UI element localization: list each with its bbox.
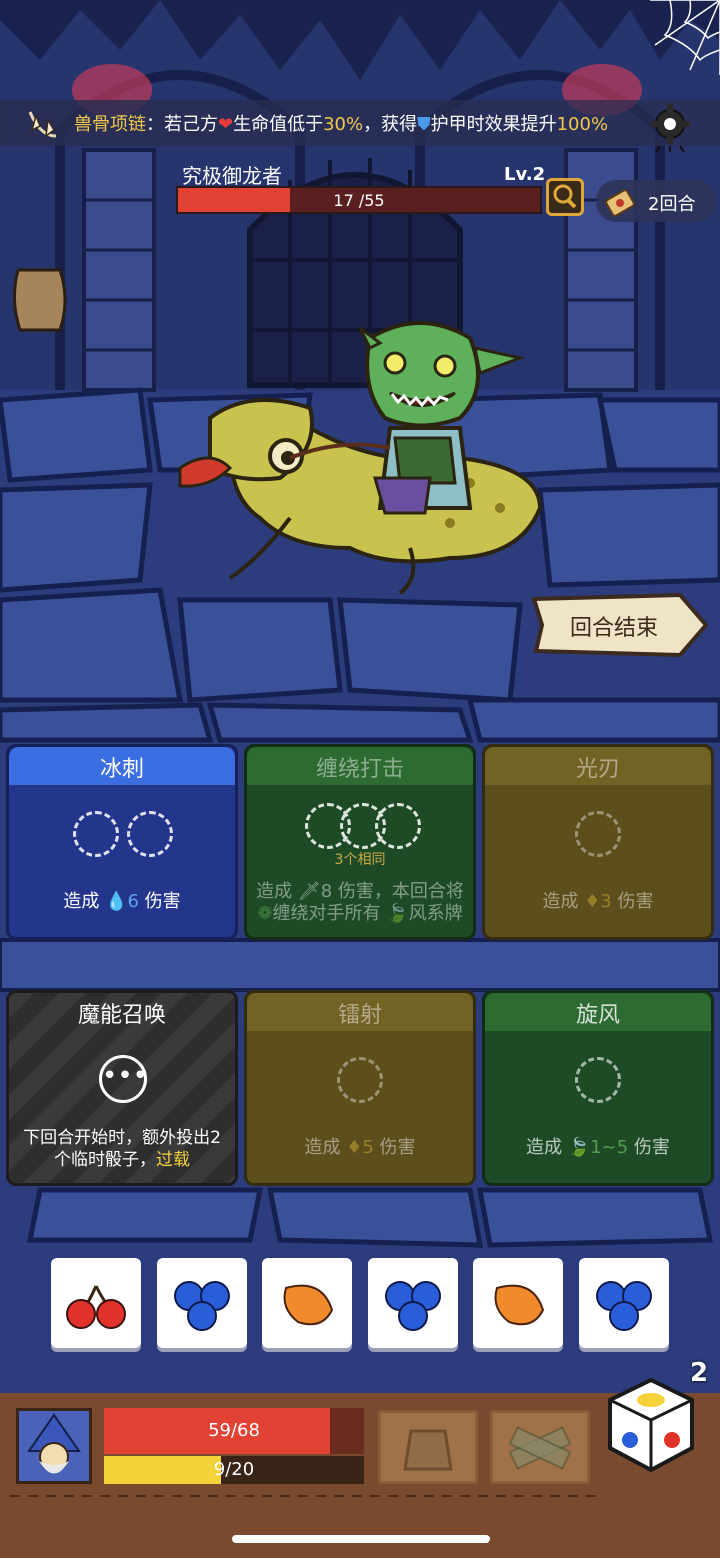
card-note: 3个相同 <box>334 852 386 868</box>
dice-slot[interactable] <box>73 811 119 857</box>
shield-icon: ⛊ <box>417 114 431 135</box>
vine-icon: ❁ <box>257 903 273 924</box>
skill-card-light-blade[interactable]: 光刃 造成 ♦3 伤害 <box>482 744 714 940</box>
heart-icon: ❤ <box>218 114 234 135</box>
wizard-icon <box>27 1413 81 1474</box>
leaf-icon: 🍃 <box>386 903 409 924</box>
player-hp-text: 59/68 <box>208 1420 260 1441</box>
orange-icon <box>283 1284 334 1326</box>
item-slot-bandage[interactable] <box>490 1410 590 1484</box>
bandage-icon <box>508 1426 572 1470</box>
card-description: 造成 💧6 伤害 <box>63 891 181 912</box>
card-description: 造成 ♦5 伤害 <box>304 1137 416 1158</box>
enemy-hp-bar: 17 /55 <box>176 186 542 214</box>
die-cherry[interactable] <box>51 1258 141 1348</box>
enemy-intent-icon[interactable] <box>546 178 584 216</box>
bone-necklace-icon[interactable] <box>26 106 66 142</box>
home-indicator[interactable] <box>232 1535 490 1543</box>
dice-remaining-count: 2 <box>690 1358 709 1388</box>
diamond-icon: ♦ <box>346 1137 363 1158</box>
sword-icon: 🗡 <box>297 881 321 902</box>
die-orange[interactable] <box>473 1258 563 1348</box>
dice-slot[interactable] <box>127 811 173 857</box>
die-blueberry[interactable] <box>157 1258 247 1348</box>
enemy-name: 究极御龙者 <box>182 164 282 188</box>
card-title: 光刃 <box>575 757 620 782</box>
round-counter-text: 2回合 <box>648 194 696 215</box>
dice-slot[interactable] <box>575 1057 621 1103</box>
enemy-goblin-rider-sprite[interactable] <box>170 308 550 598</box>
skill-card-ice-spike[interactable]: 冰刺 造成 💧6 伤害 <box>6 744 238 940</box>
dice-slot[interactable] <box>575 811 621 857</box>
water-drop-icon: 💧 <box>105 891 128 912</box>
orange-icon <box>494 1284 545 1326</box>
die-orange[interactable] <box>262 1258 352 1348</box>
bag-icon <box>403 1429 453 1471</box>
card-title: 魔能召唤 <box>77 1003 166 1028</box>
diamond-icon: ♦ <box>584 891 601 912</box>
card-title: 旋风 <box>575 1003 620 1028</box>
enemy-level: Lv.2 <box>504 164 546 185</box>
skill-card-entangle-strike[interactable]: 缠绕打击 3个相同 造成 🗡8 伤害，本回合将 ❁缠绕对手所有 🍃风系牌 <box>244 744 476 940</box>
ellipsis-icon: ••• <box>99 1055 148 1103</box>
player-xp-text: 9/20 <box>213 1459 255 1480</box>
card-description: 造成 🗡8 伤害，本回合将 ❁缠绕对手所有 🍃风系牌 <box>256 881 464 924</box>
settings-gear-icon[interactable] <box>648 102 692 152</box>
card-title: 缠绕打击 <box>315 757 404 782</box>
player-avatar[interactable] <box>16 1408 92 1484</box>
leaf-icon: 🍃 <box>567 1137 591 1158</box>
relic-name: 兽骨项链 <box>74 114 146 135</box>
skill-card-laser[interactable]: 镭射 造成 ♦5 伤害 <box>244 990 476 1186</box>
reroll-dice-icon[interactable] <box>606 1376 696 1474</box>
die-blueberry[interactable] <box>368 1258 458 1348</box>
dice-slot[interactable] <box>337 1057 383 1103</box>
card-description: 造成 🍃1~5 伤害 <box>526 1137 670 1158</box>
die-blueberry[interactable] <box>579 1258 669 1348</box>
player-xp-bar: 9/20 <box>104 1456 364 1484</box>
card-title: 镭射 <box>337 1003 382 1028</box>
overload-keyword[interactable]: 过载 <box>156 1150 190 1170</box>
scroll-icon <box>605 189 635 217</box>
skill-card-arcane-summon[interactable]: 魔能召唤 ••• 下回合开始时，额外投出2 个临时骰子，过载 <box>6 990 238 1186</box>
cherry-icon <box>66 1285 126 1329</box>
skill-card-whirlwind[interactable]: 旋风 造成 🍃1~5 伤害 <box>482 990 714 1186</box>
relic-description: 兽骨项链：若己方❤生命值低于30%，获得⛊护甲时效果提升100% <box>74 114 609 135</box>
magnifier-icon <box>553 184 577 209</box>
card-description: 下回合开始时，额外投出2 个临时骰子，过载 <box>23 1128 221 1170</box>
item-slot-bag[interactable] <box>378 1410 478 1484</box>
blueberry-icon <box>174 1281 230 1331</box>
card-title: 冰刺 <box>99 757 144 782</box>
dashed-divider <box>10 1495 600 1497</box>
enemy-hp-text: 17 /55 <box>333 191 385 210</box>
blueberry-icon <box>596 1281 652 1331</box>
dice-slot[interactable] <box>375 803 421 849</box>
player-hp-bar: 59/68 <box>104 1408 364 1454</box>
end-turn-label[interactable]: 回合结束 <box>570 610 658 642</box>
blueberry-icon <box>385 1281 441 1331</box>
card-description: 造成 ♦3 伤害 <box>542 891 654 912</box>
